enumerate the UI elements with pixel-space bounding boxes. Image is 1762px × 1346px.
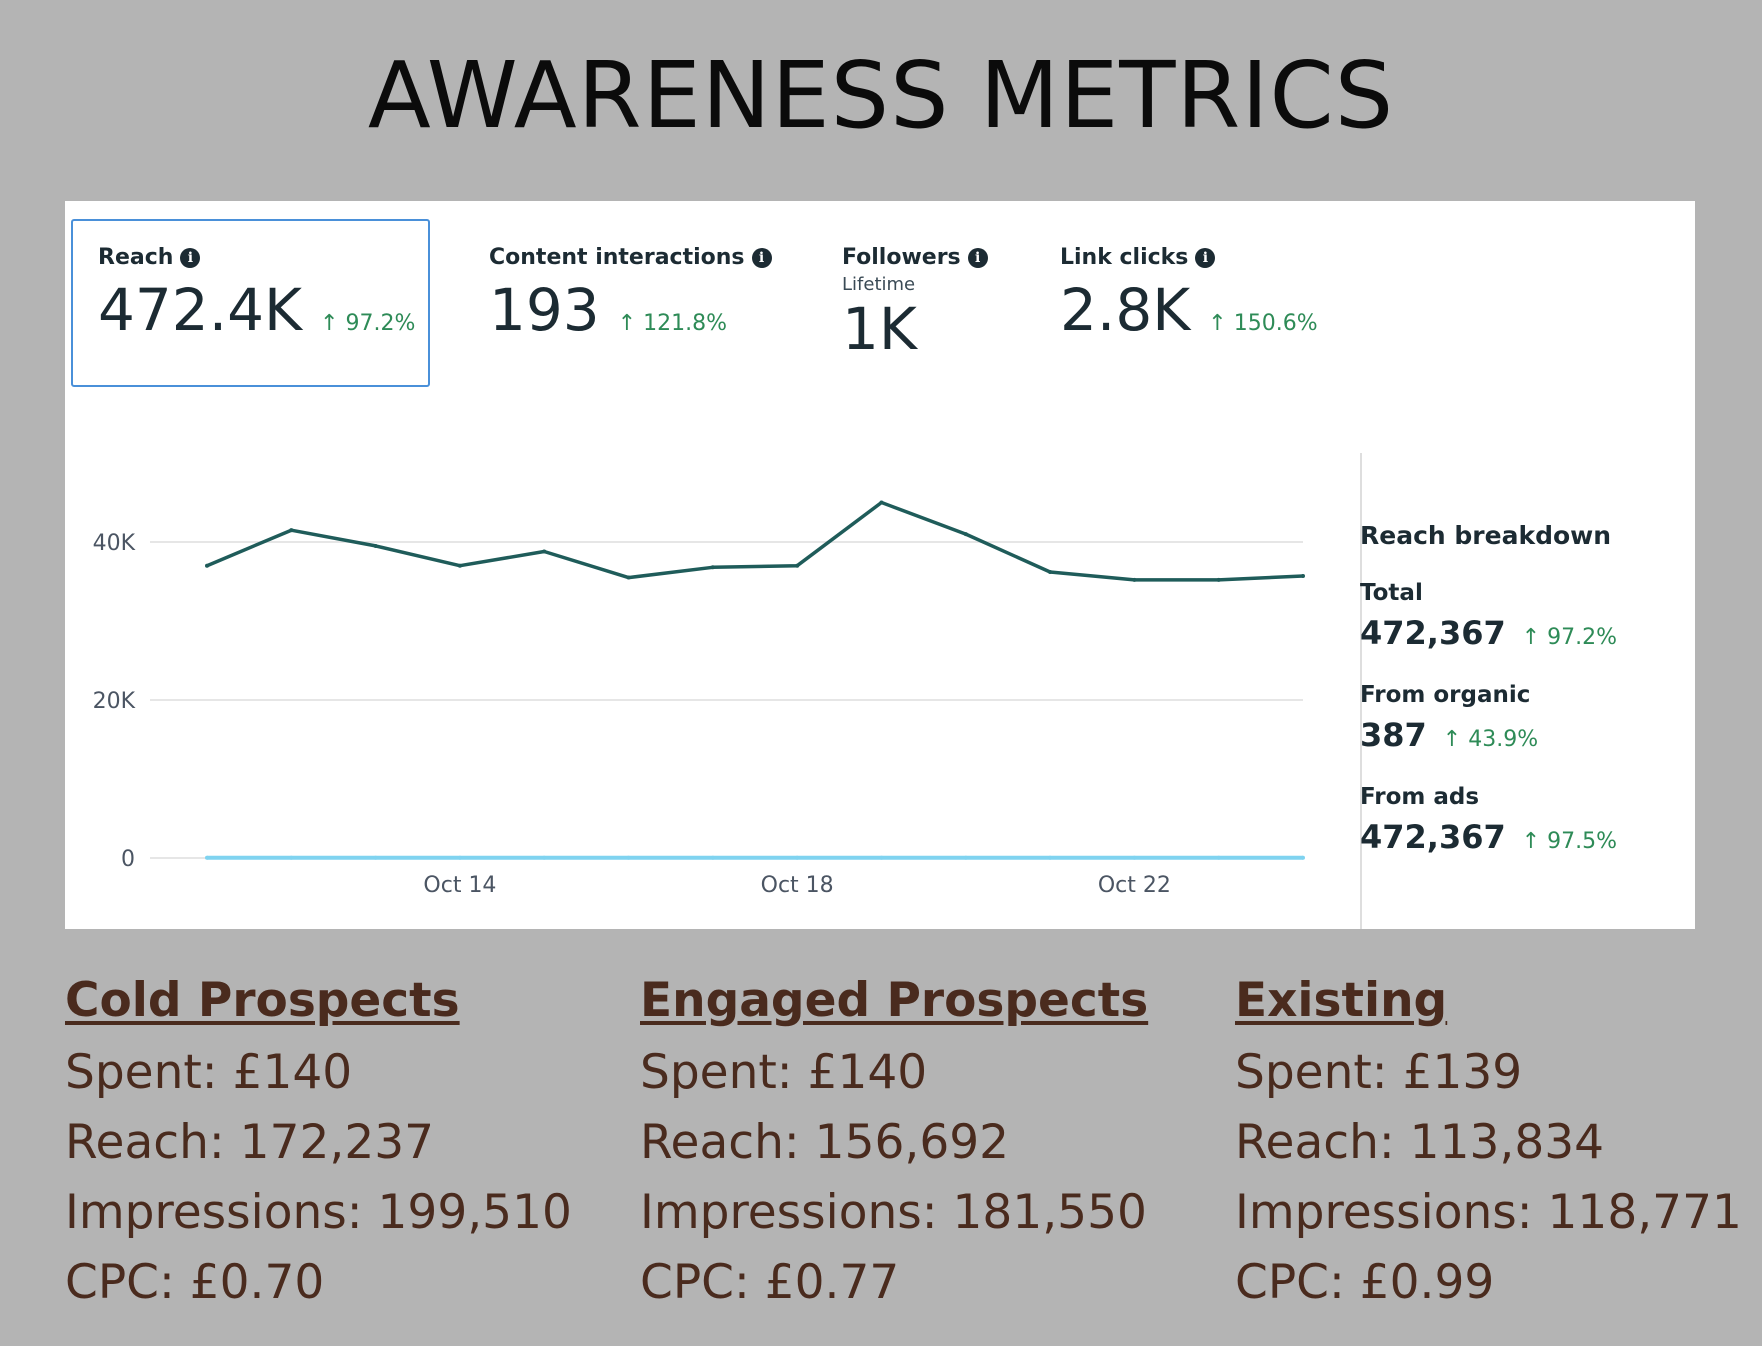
insights-panel: Reach i 472.4K ↑ 97.2% Content interacti… [65,201,1695,929]
breakdown-value: 472,367 [1360,818,1506,856]
x-tick-label: Oct 18 [761,873,834,898]
segment-impressions: Impressions: 199,510 [65,1185,572,1240]
data-point [1048,570,1053,575]
breakdown-label: From ads [1360,784,1480,810]
breakdown-value: 387 [1360,716,1427,754]
breakdown-item-organic: From organic 387 ↑ 43.9% [1360,682,1617,754]
data-point [205,855,209,860]
data-point [1132,855,1137,860]
page-title: AWARENESS METRICS [367,42,1395,149]
x-tick-label: Oct 22 [1098,873,1171,898]
segment-impressions: Impressions: 118,771 [1235,1185,1742,1240]
segment-title: Existing [1235,973,1448,1028]
data-point [1132,577,1137,582]
data-point [542,549,547,554]
y-tick-label: 20K [93,689,136,714]
data-point [963,532,968,537]
breakdown-item-total: Total 472,367 ↑ 97.2% [1360,580,1617,652]
reach-breakdown: Reach breakdown Total 472,367 ↑ 97.2% Fr… [1360,521,1617,886]
segment-spent: Spent: £140 [65,1045,353,1100]
data-point [710,855,715,860]
y-tick-label: 0 [121,847,135,872]
data-point [795,563,800,568]
segment-title: Engaged Prospects [640,973,1149,1028]
breakdown-title: Reach breakdown [1360,521,1612,550]
data-point [626,575,631,580]
data-point [205,563,209,568]
segment-existing: Existing Spent: £139 Reach: 113,834 Impr… [1235,973,1742,1318]
segment-reach: Reach: 156,692 [640,1115,1010,1170]
y-tick-label: 40K [93,531,136,556]
data-point [373,543,378,548]
breakdown-value: 472,367 [1360,614,1506,652]
data-point [1301,855,1305,860]
segment-cpc: CPC: £0.70 [65,1255,325,1310]
data-point [457,855,462,860]
segment-engaged-prospects: Engaged Prospects Spent: £140 Reach: 156… [640,973,1148,1318]
breakdown-label: Total [1360,580,1423,606]
data-point [1301,573,1305,578]
data-point [289,855,294,860]
data-point [1216,855,1221,860]
breakdown-item-ads: From ads 472,367 ↑ 97.5% [1360,784,1617,856]
data-point [289,528,294,533]
data-point [710,565,715,570]
segment-reach: Reach: 172,237 [65,1115,435,1170]
data-point [795,855,800,860]
data-point [1216,577,1221,582]
reach-line-chart: 0 20K 40K Oct 14 Oct 18 Oct 22 [93,500,1305,898]
data-point [963,855,968,860]
breakdown-label: From organic [1360,682,1531,708]
data-point [879,855,884,860]
data-point [879,500,884,505]
segment-cold-prospects: Cold Prospects Spent: £140 Reach: 172,23… [65,973,572,1318]
breakdown-change: ↑ 97.5% [1521,829,1618,854]
x-tick-label: Oct 14 [423,873,496,898]
segment-title: Cold Prospects [65,973,460,1028]
data-point [626,855,631,860]
breakdown-change: ↑ 43.9% [1442,727,1539,752]
breakdown-change: ↑ 97.2% [1521,625,1618,650]
segment-impressions: Impressions: 181,550 [640,1185,1147,1240]
segment-cpc: CPC: £0.99 [1235,1255,1495,1310]
segment-spent: Spent: £140 [640,1045,928,1100]
segment-spent: Spent: £139 [1235,1045,1523,1100]
data-point [1048,855,1053,860]
segment-cpc: CPC: £0.77 [640,1255,900,1310]
data-point [457,563,462,568]
segment-reach: Reach: 113,834 [1235,1115,1605,1170]
data-point [373,855,378,860]
data-point [542,855,547,860]
